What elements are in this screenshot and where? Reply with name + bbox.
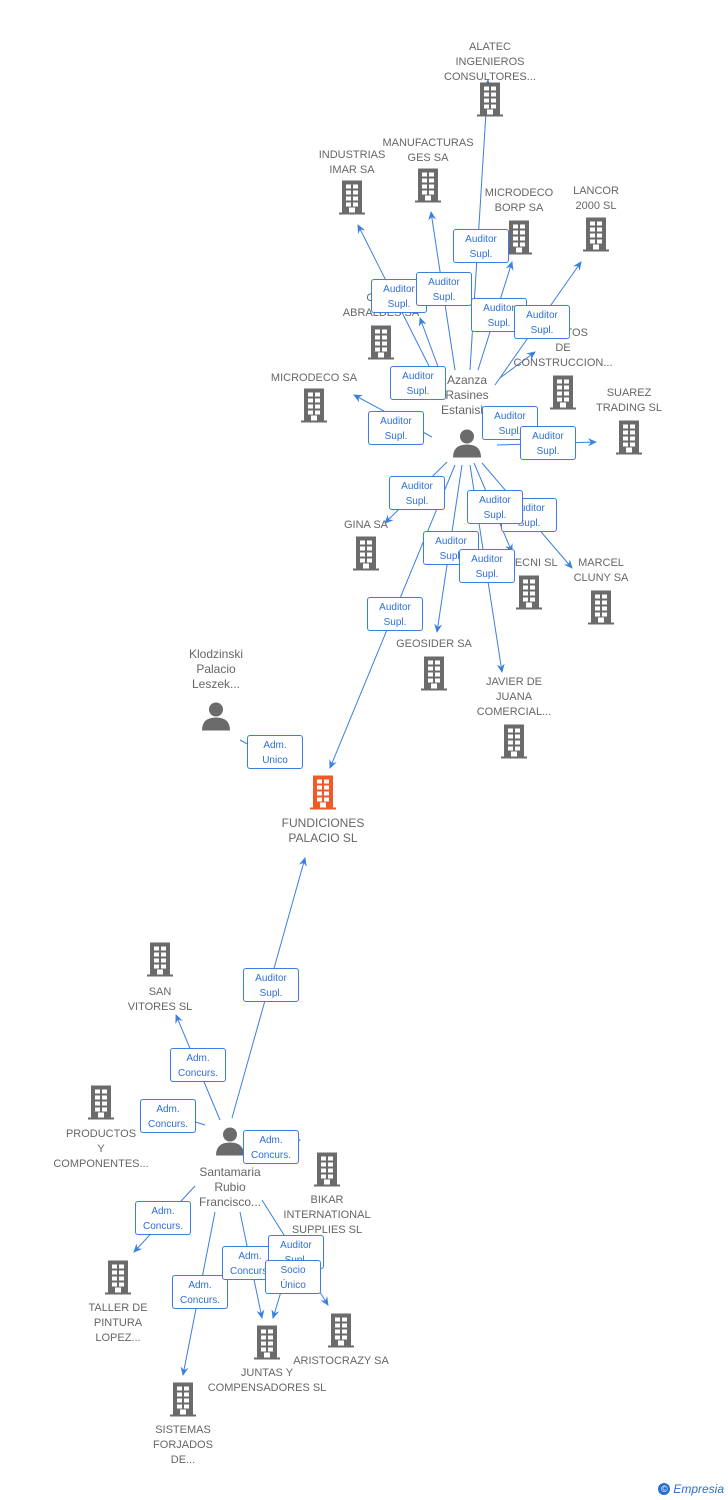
building-icon[interactable] [299, 388, 329, 428]
role-badge-suarez[interactable]: Auditor Supl. [520, 426, 576, 460]
building-icon[interactable] [312, 1152, 342, 1192]
node-label-manufacturas[interactable]: MANUFACTURAS GES SA [363, 136, 493, 166]
node-label-sistemas[interactable]: SISTEMAS FORJADOS DE... [118, 1423, 248, 1468]
role-badge-juntas[interactable]: Adm. Concurs. [172, 1275, 228, 1309]
role-badge-lancor[interactable]: Auditor Supl. [514, 305, 570, 339]
building-icon[interactable] [351, 536, 381, 576]
node-label-gina[interactable]: GINA SA [301, 518, 431, 533]
building-icon[interactable] [614, 420, 644, 460]
node-label-geosider[interactable]: GEOSIDER SA [369, 637, 499, 652]
building-icon[interactable] [86, 1085, 116, 1125]
copyright-icon: © [658, 1483, 671, 1495]
building-icon[interactable] [586, 590, 616, 630]
node-label-marcel[interactable]: MARCEL CLUNY SA [536, 556, 666, 586]
node-label-klodzinski[interactable]: Klodzinski Palacio Leszek... [151, 647, 281, 692]
role-badge-manufacturas[interactable]: Auditor Supl. [416, 272, 472, 306]
role-badge-rtecni[interactable]: Auditor Supl. [467, 490, 523, 524]
building-icon[interactable] [475, 82, 505, 122]
node-label-sanvitores[interactable]: SAN VITORES SL [95, 985, 225, 1015]
role-badge-taller[interactable]: Adm. Concurs. [135, 1201, 191, 1235]
building-icon[interactable] [326, 1313, 356, 1353]
building-icon[interactable] [103, 1260, 133, 1300]
building-icon[interactable] [419, 656, 449, 696]
node-label-productos[interactable]: PRODUCTOS Y COMPONENTES... [36, 1127, 166, 1172]
person-icon[interactable] [201, 701, 231, 736]
role-badge-fundiciones[interactable]: Auditor Supl. [367, 597, 423, 631]
role-badge-microdeco[interactable]: Auditor Supl. [368, 411, 424, 445]
building-icon[interactable] [413, 168, 443, 208]
building-icon[interactable] [581, 217, 611, 257]
role-badge-productos[interactable]: Adm. Concurs. [140, 1099, 196, 1133]
building-icon[interactable] [366, 325, 396, 365]
building-icon[interactable] [337, 180, 367, 220]
role-badge-bikar[interactable]: Adm. Concurs. [243, 1130, 299, 1164]
building-icon[interactable] [499, 724, 529, 764]
building-icon[interactable] [308, 775, 338, 815]
role-badge-alatec[interactable]: Auditor Supl. [453, 229, 509, 263]
node-label-bikar[interactable]: BIKAR INTERNATIONAL SUPPLIES SL [262, 1193, 392, 1238]
role-badge-chat[interactable]: Auditor Supl. [390, 366, 446, 400]
node-label-taller[interactable]: TALLER DE PINTURA LOPEZ... [53, 1301, 183, 1346]
person-icon[interactable] [452, 428, 482, 463]
node-label-javier[interactable]: JAVIER DE JUANA COMERCIAL... [449, 675, 579, 720]
person-icon[interactable] [215, 1126, 245, 1161]
role-badge-javier[interactable]: Auditor Supl. [459, 549, 515, 583]
node-label-alatec[interactable]: ALATEC INGENIEROS CONSULTORES... [425, 40, 555, 85]
role-badge-juntas[interactable]: Socio Único [265, 1260, 321, 1294]
node-label-aristocrazy[interactable]: ARISTOCRAZY SA [276, 1354, 406, 1369]
node-label-microdeco[interactable]: MICRODECO SA [249, 371, 379, 386]
node-label-suarez[interactable]: SUAREZ TRADING SL [564, 386, 694, 416]
role-badge-gina[interactable]: Auditor Supl. [389, 476, 445, 510]
node-label-juntas[interactable]: JUNTAS Y COMPENSADORES SL [202, 1366, 332, 1396]
role-badge-fundiciones[interactable]: Adm. Unico [247, 735, 303, 769]
node-label-fundiciones[interactable]: FUNDICIONES PALACIO SL [258, 816, 388, 846]
building-icon[interactable] [145, 942, 175, 982]
footer-brand: © Empresia [658, 1482, 724, 1496]
role-badge-fundiciones[interactable]: Auditor Supl. [243, 968, 299, 1002]
node-label-lancor[interactable]: LANCOR 2000 SL [531, 184, 661, 214]
role-badge-sanvitores[interactable]: Adm. Concurs. [170, 1048, 226, 1082]
edge-azanza-chat [419, 317, 441, 373]
building-icon[interactable] [168, 1382, 198, 1422]
brand-logo: Empresia [673, 1482, 724, 1496]
